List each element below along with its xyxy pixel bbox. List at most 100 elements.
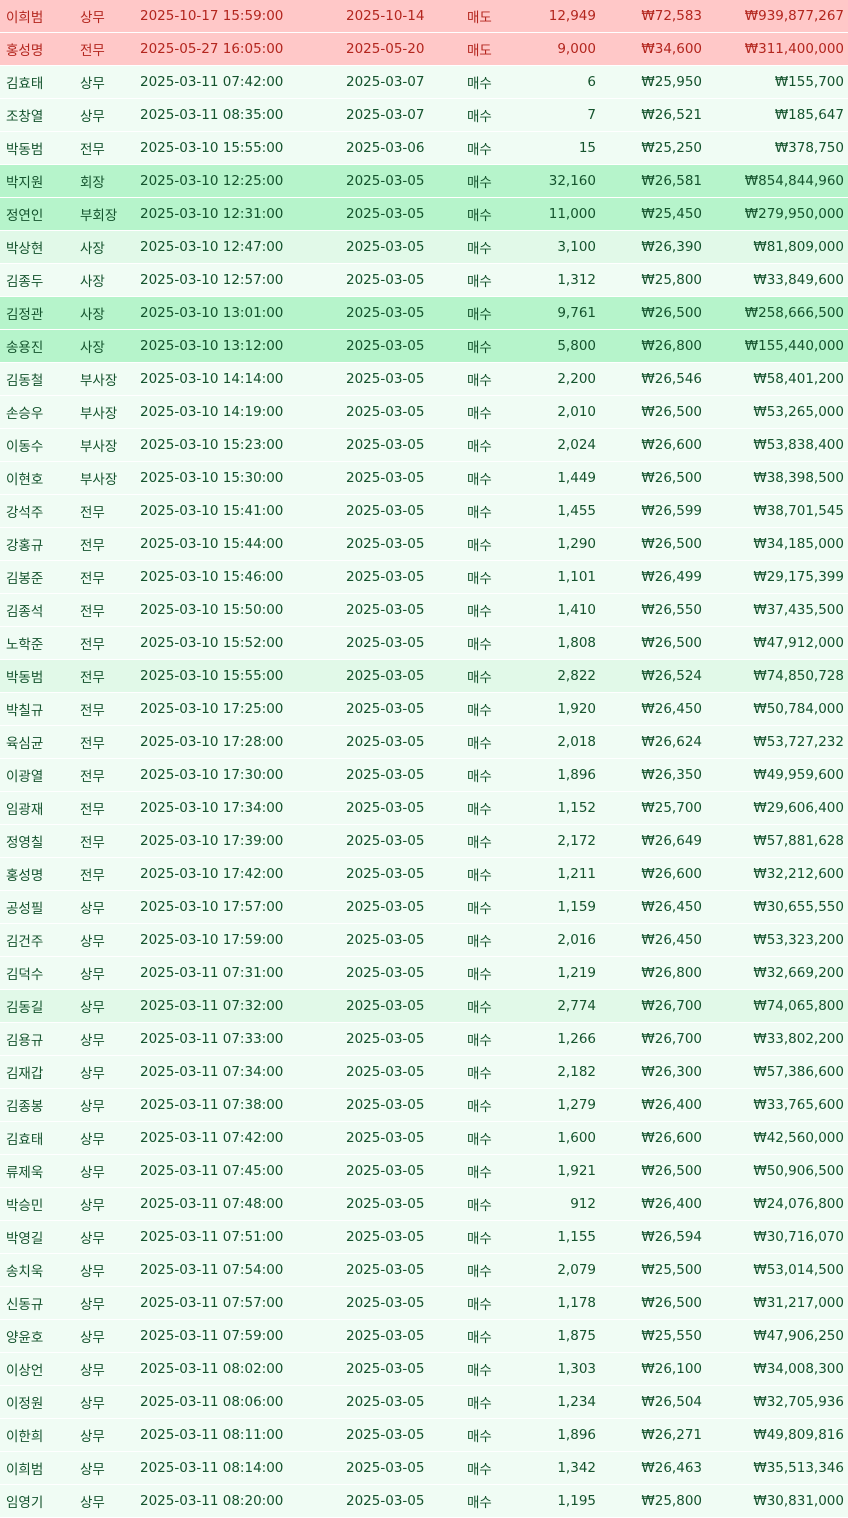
trade-type: 매수 bbox=[467, 1253, 521, 1287]
trade-price: ₩72,583 bbox=[610, 0, 710, 33]
trade-quantity: 1,178 bbox=[521, 1286, 610, 1320]
insider-rank: 부사장 bbox=[80, 362, 140, 396]
insider-rank: 상무 bbox=[80, 923, 140, 957]
buy-trade-row[interactable]: 양윤호 상무 2025-03-11 07:59:00 2025-03-05 매수 1,87… bbox=[0, 1319, 848, 1353]
insider-name: 조창열 bbox=[0, 98, 80, 132]
trade-price: ₩26,800 bbox=[610, 956, 710, 990]
buy-trade-row[interactable]: 송용진 사장 2025-03-10 13:12:00 2025-03-05 매수 5,80… bbox=[0, 329, 848, 363]
trade-amount: ₩33,802,200 bbox=[710, 1022, 848, 1056]
trade-price: ₩26,400 bbox=[610, 1187, 710, 1221]
buy-trade-row[interactable]: 김효태 상무 2025-03-11 07:42:00 2025-03-07 매수 6 ₩25… bbox=[0, 65, 848, 99]
buy-trade-row[interactable]: 김효태 상무 2025-03-11 07:42:00 2025-03-05 매수 1,60… bbox=[0, 1121, 848, 1155]
trade-type: 매수 bbox=[467, 593, 521, 627]
buy-trade-row[interactable]: 김종봉 상무 2025-03-11 07:38:00 2025-03-05 매수 1,27… bbox=[0, 1088, 848, 1122]
trade-amount: ₩34,185,000 bbox=[710, 527, 848, 561]
insider-name: 김종두 bbox=[0, 263, 80, 297]
buy-trade-row[interactable]: 이한희 상무 2025-03-11 08:11:00 2025-03-05 매수 1,89… bbox=[0, 1418, 848, 1452]
buy-trade-row[interactable]: 김종석 전무 2025-03-10 15:50:00 2025-03-05 매수 1,41… bbox=[0, 593, 848, 627]
buy-trade-row[interactable]: 정연인 부회장 2025-03-10 12:31:00 2025-03-05 매수 11,… bbox=[0, 197, 848, 231]
trade-date: 2025-03-05 bbox=[346, 461, 467, 495]
trade-type: 매수 bbox=[467, 857, 521, 891]
trade-quantity: 2,182 bbox=[521, 1055, 610, 1089]
trade-amount: ₩53,014,500 bbox=[710, 1253, 848, 1287]
buy-trade-row[interactable]: 육심균 전무 2025-03-10 17:28:00 2025-03-05 매수 2,01… bbox=[0, 725, 848, 759]
buy-trade-row[interactable]: 송치욱 상무 2025-03-11 07:54:00 2025-03-05 매수 2,07… bbox=[0, 1253, 848, 1287]
report-datetime: 2025-03-10 12:31:00 bbox=[140, 197, 346, 231]
buy-trade-row[interactable]: 노학준 전무 2025-03-10 15:52:00 2025-03-05 매수 1,80… bbox=[0, 626, 848, 660]
insider-name: 박칠규 bbox=[0, 692, 80, 726]
sell-trade-row[interactable]: 홍성명 전무 2025-05-27 16:05:00 2025-05-20 매도 9,00… bbox=[0, 32, 848, 66]
buy-trade-row[interactable]: 홍성명 전무 2025-03-10 17:42:00 2025-03-05 매수 1,21… bbox=[0, 857, 848, 891]
trade-date: 2025-03-05 bbox=[346, 164, 467, 198]
buy-trade-row[interactable]: 공성필 상무 2025-03-10 17:57:00 2025-03-05 매수 1,15… bbox=[0, 890, 848, 924]
buy-trade-row[interactable]: 김정관 사장 2025-03-10 13:01:00 2025-03-05 매수 9,76… bbox=[0, 296, 848, 330]
buy-trade-row[interactable]: 박지원 회장 2025-03-10 12:25:00 2025-03-05 매수 32,1… bbox=[0, 164, 848, 198]
insider-name: 공성필 bbox=[0, 890, 80, 924]
buy-trade-row[interactable]: 김봉준 전무 2025-03-10 15:46:00 2025-03-05 매수 1,10… bbox=[0, 560, 848, 594]
buy-trade-row[interactable]: 김용규 상무 2025-03-11 07:33:00 2025-03-05 매수 1,26… bbox=[0, 1022, 848, 1056]
trade-date: 2025-03-05 bbox=[346, 1088, 467, 1122]
buy-trade-row[interactable]: 임광재 전무 2025-03-10 17:34:00 2025-03-05 매수 1,15… bbox=[0, 791, 848, 825]
trade-price: ₩25,800 bbox=[610, 263, 710, 297]
trade-quantity: 5,800 bbox=[521, 329, 610, 363]
buy-trade-row[interactable]: 김종두 사장 2025-03-10 12:57:00 2025-03-05 매수 1,31… bbox=[0, 263, 848, 297]
buy-trade-row[interactable]: 임영기 상무 2025-03-11 08:20:00 2025-03-05 매수 1,19… bbox=[0, 1484, 848, 1518]
insider-rank: 상무 bbox=[80, 1385, 140, 1419]
buy-trade-row[interactable]: 정영칠 전무 2025-03-10 17:39:00 2025-03-05 매수 2,17… bbox=[0, 824, 848, 858]
buy-trade-row[interactable]: 김덕수 상무 2025-03-11 07:31:00 2025-03-05 매수 1,21… bbox=[0, 956, 848, 990]
buy-trade-row[interactable]: 이상언 상무 2025-03-11 08:02:00 2025-03-05 매수 1,30… bbox=[0, 1352, 848, 1386]
report-datetime: 2025-03-10 17:28:00 bbox=[140, 725, 346, 759]
report-datetime: 2025-03-11 07:51:00 bbox=[140, 1220, 346, 1254]
trade-price: ₩34,600 bbox=[610, 32, 710, 66]
insider-rank: 상무 bbox=[80, 1352, 140, 1386]
buy-trade-row[interactable]: 박영길 상무 2025-03-11 07:51:00 2025-03-05 매수 1,15… bbox=[0, 1220, 848, 1254]
trade-quantity: 1,875 bbox=[521, 1319, 610, 1353]
buy-trade-row[interactable]: 김동철 부사장 2025-03-10 14:14:00 2025-03-05 매수 2,2… bbox=[0, 362, 848, 396]
buy-trade-row[interactable]: 김동길 상무 2025-03-11 07:32:00 2025-03-05 매수 2,77… bbox=[0, 989, 848, 1023]
trade-price: ₩26,500 bbox=[610, 626, 710, 660]
trade-amount: ₩53,838,400 bbox=[710, 428, 848, 462]
report-datetime: 2025-03-11 07:38:00 bbox=[140, 1088, 346, 1122]
buy-trade-row[interactable]: 이희범 상무 2025-03-11 08:14:00 2025-03-05 매수 1,34… bbox=[0, 1451, 848, 1485]
buy-trade-row[interactable]: 손승우 부사장 2025-03-10 14:19:00 2025-03-05 매수 2,0… bbox=[0, 395, 848, 429]
report-datetime: 2025-03-10 15:55:00 bbox=[140, 131, 346, 165]
buy-trade-row[interactable]: 박칠규 전무 2025-03-10 17:25:00 2025-03-05 매수 1,92… bbox=[0, 692, 848, 726]
insider-name: 송용진 bbox=[0, 329, 80, 363]
buy-trade-row[interactable]: 이현호 부사장 2025-03-10 15:30:00 2025-03-05 매수 1,4… bbox=[0, 461, 848, 495]
buy-trade-row[interactable]: 이동수 부사장 2025-03-10 15:23:00 2025-03-05 매수 2,0… bbox=[0, 428, 848, 462]
report-datetime: 2025-03-10 14:14:00 bbox=[140, 362, 346, 396]
trade-quantity: 1,342 bbox=[521, 1451, 610, 1485]
trade-type: 매수 bbox=[467, 329, 521, 363]
buy-trade-row[interactable]: 강석주 전무 2025-03-10 15:41:00 2025-03-05 매수 1,45… bbox=[0, 494, 848, 528]
buy-trade-row[interactable]: 강홍규 전무 2025-03-10 15:44:00 2025-03-05 매수 1,29… bbox=[0, 527, 848, 561]
sell-trade-row[interactable]: 이희범 상무 2025-10-17 15:59:00 2025-10-14 매도 12,9… bbox=[0, 0, 848, 33]
trade-amount: ₩47,912,000 bbox=[710, 626, 848, 660]
buy-trade-row[interactable]: 류제욱 상무 2025-03-11 07:45:00 2025-03-05 매수 1,92… bbox=[0, 1154, 848, 1188]
trade-quantity: 9,761 bbox=[521, 296, 610, 330]
buy-trade-row[interactable]: 김재갑 상무 2025-03-11 07:34:00 2025-03-05 매수 2,18… bbox=[0, 1055, 848, 1089]
trade-type: 매수 bbox=[467, 131, 521, 165]
buy-trade-row[interactable]: 조창열 상무 2025-03-11 08:35:00 2025-03-07 매수 7 ₩26… bbox=[0, 98, 848, 132]
trade-date: 2025-10-14 bbox=[346, 0, 467, 33]
trade-price: ₩26,700 bbox=[610, 1022, 710, 1056]
buy-trade-row[interactable]: 박상현 사장 2025-03-10 12:47:00 2025-03-05 매수 3,10… bbox=[0, 230, 848, 264]
buy-trade-row[interactable]: 박동범 전무 2025-03-10 15:55:00 2025-03-06 매수 15 ₩2… bbox=[0, 131, 848, 165]
buy-trade-row[interactable]: 김건주 상무 2025-03-10 17:59:00 2025-03-05 매수 2,01… bbox=[0, 923, 848, 957]
trade-date: 2025-03-05 bbox=[346, 626, 467, 660]
trade-date: 2025-03-05 bbox=[346, 1022, 467, 1056]
trade-type: 매수 bbox=[467, 296, 521, 330]
trade-amount: ₩33,765,600 bbox=[710, 1088, 848, 1122]
buy-trade-row[interactable]: 박승민 상무 2025-03-11 07:48:00 2025-03-05 매수 912 ₩… bbox=[0, 1187, 848, 1221]
trade-quantity: 1,279 bbox=[521, 1088, 610, 1122]
buy-trade-row[interactable]: 신동규 상무 2025-03-11 07:57:00 2025-03-05 매수 1,17… bbox=[0, 1286, 848, 1320]
trade-amount: ₩53,265,000 bbox=[710, 395, 848, 429]
trade-quantity: 1,195 bbox=[521, 1484, 610, 1518]
insider-name: 홍성명 bbox=[0, 857, 80, 891]
insider-rank: 사장 bbox=[80, 263, 140, 297]
buy-trade-row[interactable]: 이광열 전무 2025-03-10 17:30:00 2025-03-05 매수 1,89… bbox=[0, 758, 848, 792]
buy-trade-row[interactable]: 박동범 전무 2025-03-10 15:55:00 2025-03-05 매수 2,82… bbox=[0, 659, 848, 693]
report-datetime: 2025-03-10 17:59:00 bbox=[140, 923, 346, 957]
buy-trade-row[interactable]: 이정원 상무 2025-03-11 08:06:00 2025-03-05 매수 1,23… bbox=[0, 1385, 848, 1419]
insider-rank: 부사장 bbox=[80, 395, 140, 429]
trade-price: ₩26,300 bbox=[610, 1055, 710, 1089]
